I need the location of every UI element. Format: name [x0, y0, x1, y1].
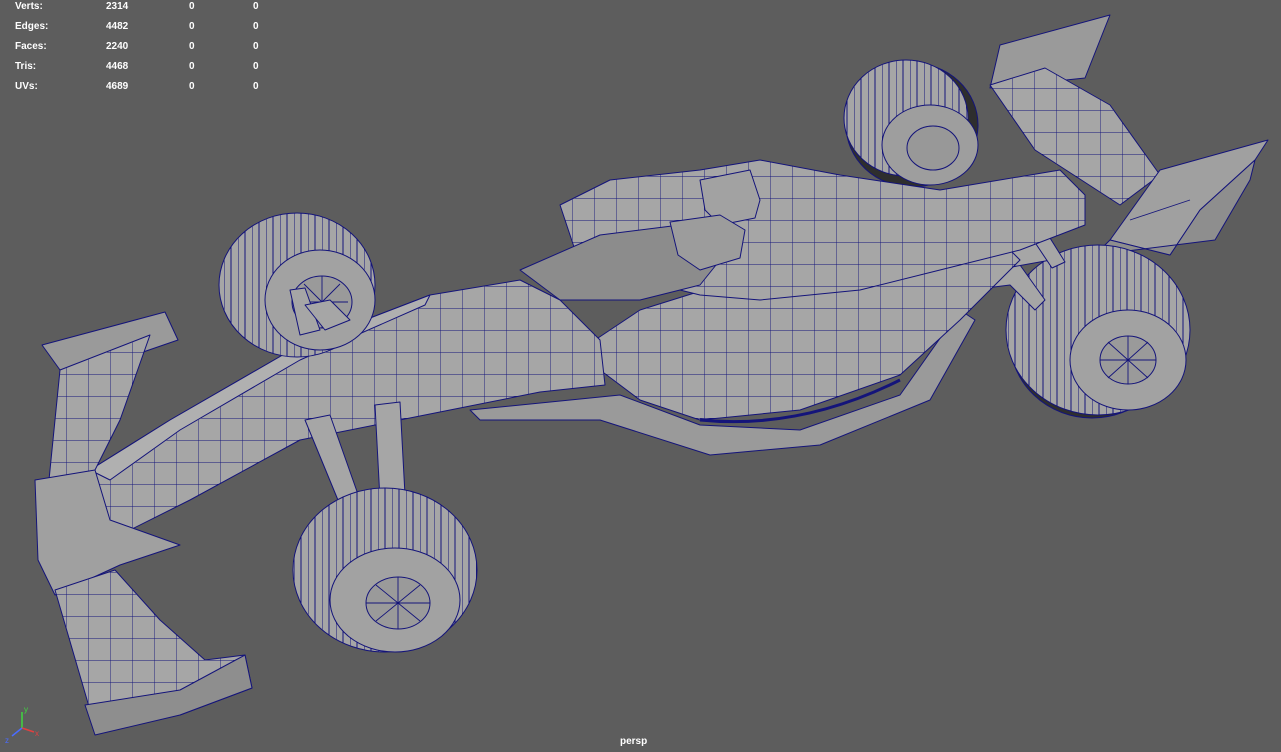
- hud-value-component: 0: [253, 41, 259, 52]
- hud-value-selected: 0: [189, 81, 195, 92]
- hud-value-selected: 0: [189, 21, 195, 32]
- maya-perspective-viewport[interactable]: Verts: 2314 0 0 Edges: 4482 0 0 Faces: 2…: [0, 0, 1281, 752]
- hud-value-selected: 0: [189, 1, 195, 12]
- hud-value-scene: 4482: [106, 21, 129, 32]
- camera-label: persp: [620, 736, 648, 747]
- rear-left-wheel[interactable]: [1005, 244, 1191, 419]
- axis-y-label: y: [24, 705, 28, 714]
- hud-label: UVs:: [15, 81, 38, 92]
- hud-label: Faces:: [15, 41, 47, 52]
- hud-label: Verts:: [15, 1, 43, 12]
- poly-count-hud: Verts: 2314 0 0 Edges: 4482 0 0 Faces: 2…: [0, 0, 270, 100]
- hud-label: Tris:: [15, 61, 37, 72]
- hud-value-component: 0: [253, 81, 259, 92]
- hud-value-scene: 4468: [106, 61, 129, 72]
- hud-label: Edges:: [15, 21, 49, 32]
- hud-value-scene: 2240: [106, 41, 129, 52]
- axis-z-label: z: [5, 736, 9, 745]
- hud-row-tris: Tris: 4468 0 0: [0, 60, 270, 80]
- rear-right-wheel[interactable]: [843, 59, 979, 188]
- hud-value-selected: 0: [189, 61, 195, 72]
- hud-value-scene: 2314: [106, 1, 129, 12]
- hud-row-edges: Edges: 4482 0 0: [0, 20, 270, 40]
- front-left-wheel[interactable]: [292, 487, 478, 653]
- hud-value-selected: 0: [189, 41, 195, 52]
- hud-row-uvs: UVs: 4689 0 0: [0, 80, 270, 100]
- hud-row-faces: Faces: 2240 0 0: [0, 40, 270, 60]
- car-body: [74, 159, 1086, 536]
- formula-car-model[interactable]: [0, 0, 1281, 752]
- hud-row-verts: Verts: 2314 0 0: [0, 0, 270, 20]
- axis-gizmo: y x z: [5, 705, 39, 745]
- axis-x-label: x: [35, 729, 39, 738]
- hud-value-component: 0: [253, 61, 259, 72]
- hud-value-component: 0: [253, 21, 259, 32]
- front-right-wheel[interactable]: [218, 212, 376, 358]
- hud-value-component: 0: [253, 1, 259, 12]
- hud-value-scene: 4689: [106, 81, 129, 92]
